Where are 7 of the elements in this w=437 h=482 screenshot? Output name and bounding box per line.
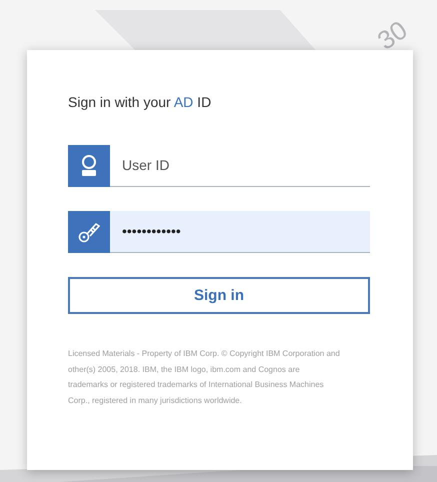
key-icon [78, 221, 100, 243]
background-number: 30 [370, 14, 414, 58]
sign-in-heading: Sign in with your AD ID [68, 93, 212, 112]
password-field[interactable]: •••••••••••• [110, 211, 370, 253]
legal-notice: Licensed Materials - Property of IBM Corp. © Copyright IBM Corporation and other(s) 2005, 2018. IBM, the IBM logo, ibm.com and Cognos are trademarks or registered trademarks of International Business Machines Corp., registered in many jurisdictions worldwide. [68, 348, 340, 407]
sign-in-button[interactable]: Sign in [68, 277, 370, 314]
user-icon [79, 155, 99, 177]
